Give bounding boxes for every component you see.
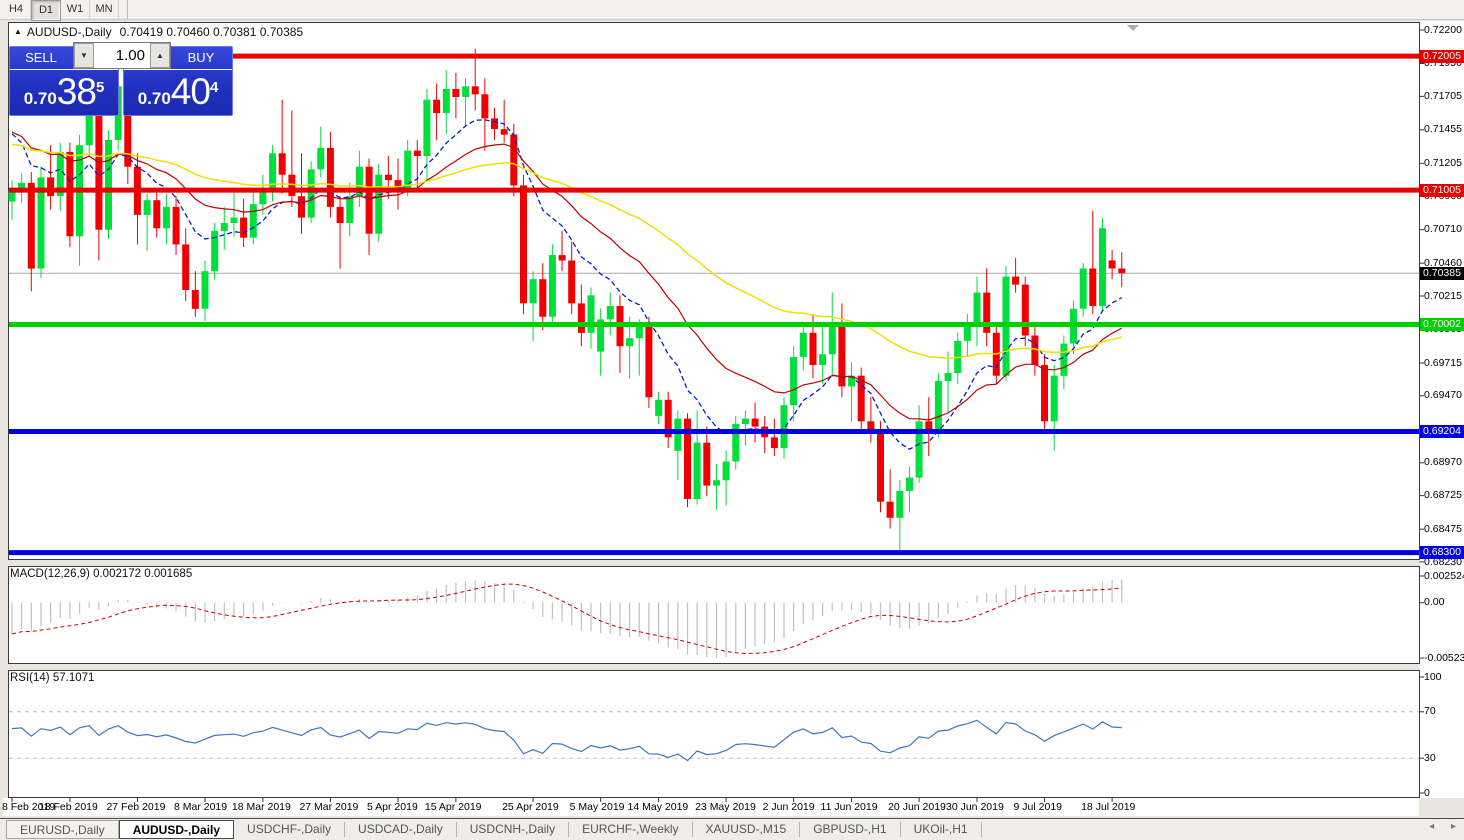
- macd-axis-label: -0.005234: [1424, 651, 1464, 664]
- rsi-value: 57.1071: [52, 672, 95, 684]
- date-axis-label: 27 Feb 2019: [106, 801, 166, 813]
- price-axis-label: 0.71455: [1424, 123, 1462, 136]
- collapse-arrow-icon[interactable]: ▲: [14, 27, 22, 36]
- macd-name: MACD(12,26,9): [10, 568, 90, 580]
- price-axis: 0.722000.719500.717050.714550.712050.709…: [1420, 0, 1464, 840]
- tab-scroll-left-button[interactable]: ◂: [1429, 821, 1434, 832]
- buy-price-big: 40: [170, 71, 211, 112]
- price-axis-label: 0.71705: [1424, 89, 1462, 102]
- price-axis-label: 0.71205: [1424, 156, 1462, 169]
- macd-values: 0.002172 0.001685: [93, 568, 193, 580]
- timeframe-button-h4[interactable]: H4: [2, 0, 31, 19]
- price-level-tag: 0.69204: [1420, 425, 1464, 438]
- sell-price-base: 0.70: [23, 89, 57, 108]
- tab-usdcnh-daily[interactable]: USDCNH-,Daily: [457, 822, 570, 837]
- date-axis: 8 Feb 2019 18 Feb 2019 27 Feb 2019 8 Mar 20…: [0, 798, 1420, 816]
- price-axis-label: 0.68475: [1424, 522, 1462, 535]
- chart-canvas[interactable]: [0, 0, 1464, 840]
- macd-axis-label: 0.002524: [1424, 569, 1464, 582]
- date-axis-label: 25 Apr 2019: [502, 801, 559, 813]
- sell-button[interactable]: SELL: [10, 47, 72, 69]
- chart-symbol-label: AUDUSD-,Daily: [26, 25, 112, 39]
- tab-eurchf-weekly[interactable]: EURCHF-,Weekly: [569, 822, 693, 837]
- tab-ukoil-h1[interactable]: UKOil-,H1: [901, 822, 982, 837]
- rsi-indicator-label: RSI(14) 57.1071: [10, 672, 94, 684]
- timeframe-button-w1[interactable]: W1: [61, 0, 90, 19]
- sell-price-big: 38: [56, 71, 97, 112]
- tab-scroll-nav: ◂ ▸: [1415, 821, 1456, 832]
- price-level-tag: 0.71005: [1420, 183, 1464, 197]
- date-axis-label: 18 Feb 2019: [38, 801, 98, 813]
- date-axis-label: 9 Jul 2019: [1013, 801, 1063, 813]
- date-axis-label: 5 May 2019: [569, 801, 625, 813]
- rsi-axis-label: 30: [1424, 751, 1436, 764]
- volume-input[interactable]: 1.00: [94, 43, 150, 68]
- rsi-name: RSI(14): [10, 672, 50, 684]
- date-axis-label: 20 Jun 2019: [888, 801, 946, 813]
- tab-audusd-daily[interactable]: AUDUSD-,Daily: [118, 820, 235, 839]
- rsi-axis-label: 0: [1424, 786, 1430, 799]
- timeframe-button-mn[interactable]: MN: [90, 0, 119, 19]
- buy-button[interactable]: BUY: [170, 47, 232, 69]
- volume-spinner: ▼ 1.00 ▲: [73, 42, 171, 69]
- tab-gbpusd-h1[interactable]: GBPUSD-,H1: [800, 822, 901, 837]
- volume-decrease-button[interactable]: ▼: [74, 43, 94, 68]
- toolbar-separator: [127, 0, 128, 19]
- chart-tab-bar: EURUSD-,Daily AUDUSD-,Daily USDCHF-,Daily U…: [0, 818, 1464, 840]
- tab-xauusd-m15[interactable]: XAUUSD-,M15: [693, 822, 801, 837]
- tab-usdchf-daily[interactable]: USDCHF-,Daily: [234, 822, 346, 837]
- tab-eurusd-daily[interactable]: EURUSD-,Daily: [6, 820, 119, 839]
- timeframe-button-d1[interactable]: D1: [31, 0, 61, 21]
- price-axis-label: 0.70215: [1424, 289, 1462, 302]
- date-axis-label: 5 Apr 2019: [367, 801, 418, 813]
- price-axis-label: 0.68725: [1424, 489, 1462, 502]
- price-level-tag: 0.70002: [1420, 318, 1464, 331]
- current-price-tag: 0.70385: [1420, 266, 1464, 280]
- buy-price-sup: 4: [209, 79, 219, 96]
- rsi-axis-label: 100: [1424, 670, 1442, 683]
- price-level-tag: 0.72005: [1420, 49, 1464, 63]
- date-axis-label: 23 May 2019: [695, 801, 756, 813]
- price-axis-label: 0.68970: [1424, 456, 1462, 469]
- chart-ohlc-values: 0.70419 0.70460 0.70381 0.70385: [119, 25, 304, 39]
- one-click-trading-panel: SELL 0.70 38 5 BUY 0.70 40 4 ▼ 1.00 ▲: [9, 42, 235, 118]
- date-axis-label: 11 Jun 2019: [820, 801, 878, 813]
- date-axis-label: 2 Jun 2019: [762, 801, 815, 813]
- date-axis-label: 14 May 2019: [627, 801, 689, 813]
- sell-price[interactable]: 0.70 38 5: [10, 70, 118, 116]
- date-axis-label: 18 Mar 2019: [231, 801, 291, 813]
- price-axis-label: 0.69470: [1424, 389, 1462, 402]
- price-level-tag: 0.68300: [1420, 546, 1464, 560]
- timeframe-toolbar: H4 D1 W1 MN: [0, 0, 1464, 21]
- date-axis-label: 27 Mar 2019: [299, 801, 359, 813]
- date-axis-label: 15 Apr 2019: [424, 801, 482, 813]
- date-axis-label: 30 Jun 2019: [946, 801, 1004, 813]
- buy-price[interactable]: 0.70 40 4: [124, 70, 232, 116]
- macd-indicator-label: MACD(12,26,9) 0.002172 0.001685: [10, 568, 192, 580]
- macd-pane: [8, 566, 1420, 664]
- macd-axis-label: 0.00: [1424, 596, 1445, 609]
- rsi-pane: [8, 670, 1420, 798]
- price-axis-label: 0.72200: [1424, 23, 1462, 36]
- rsi-axis-label: 70: [1424, 705, 1436, 718]
- tab-usdcad-daily[interactable]: USDCAD-,Daily: [345, 822, 457, 837]
- sell-price-sup: 5: [95, 79, 105, 96]
- date-axis-label: 8 Mar 2019: [174, 801, 228, 813]
- buy-price-base: 0.70: [137, 89, 171, 108]
- volume-increase-button[interactable]: ▲: [150, 43, 170, 68]
- chart-title: ▲ AUDUSD-,Daily 0.70419 0.70460 0.70381 0.…: [14, 25, 303, 39]
- price-axis-label: 0.69715: [1424, 356, 1462, 369]
- tab-scroll-right-button[interactable]: ▸: [1451, 821, 1456, 832]
- date-axis-label: 18 Jul 2019: [1081, 801, 1136, 813]
- price-axis-label: 0.70710: [1424, 223, 1462, 236]
